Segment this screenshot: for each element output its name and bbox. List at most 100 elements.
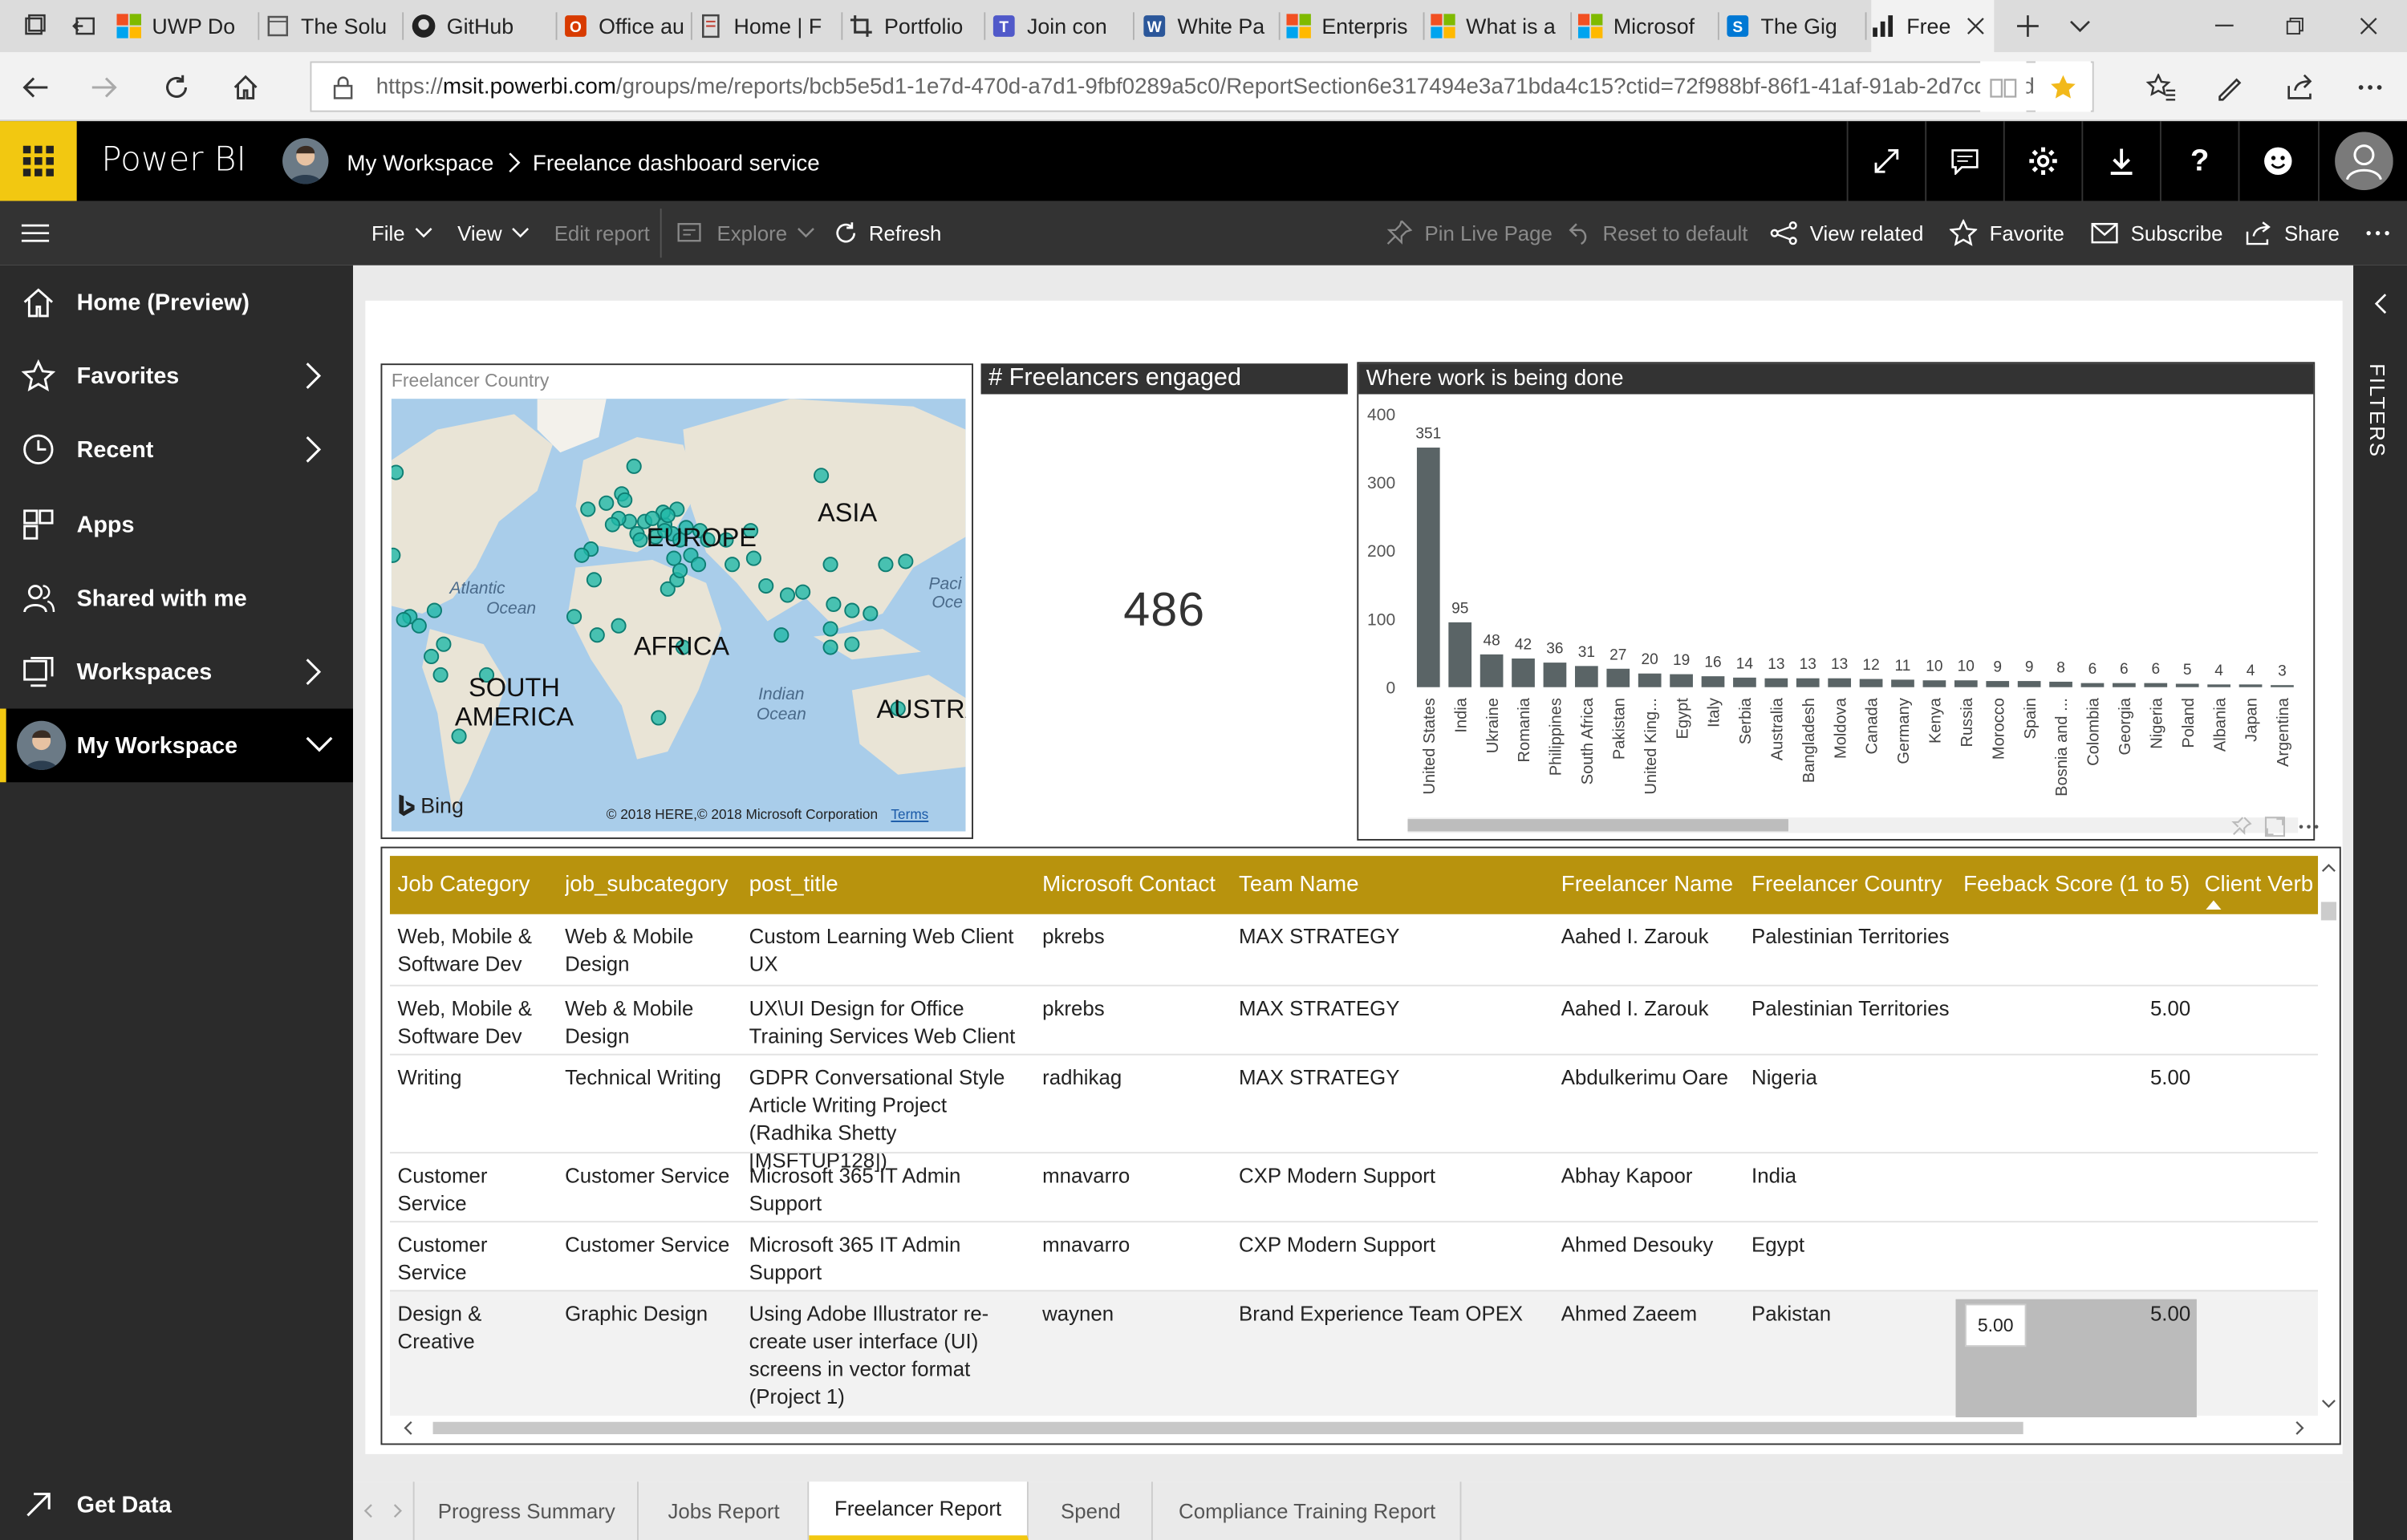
tab-spend[interactable]: Spend — [1030, 1481, 1153, 1540]
file-menu[interactable]: File — [371, 201, 432, 265]
refresh-button[interactable]: Refresh — [834, 201, 941, 265]
edit-report-button[interactable]: Edit report — [554, 201, 650, 265]
column-header[interactable]: Team Name — [1239, 856, 1553, 914]
bar[interactable] — [2207, 684, 2230, 687]
map-data-point[interactable] — [814, 468, 830, 484]
bar[interactable] — [1606, 668, 1630, 687]
bar[interactable] — [2271, 685, 2294, 687]
settings-gear-icon[interactable] — [2003, 121, 2082, 201]
chevron-down-icon[interactable] — [304, 733, 335, 755]
bar[interactable] — [1512, 658, 1535, 687]
breadcrumb-workspace[interactable]: My Workspace — [347, 152, 493, 176]
browser-tab[interactable]: O Office au — [563, 0, 692, 52]
subscribe-button[interactable]: Subscribe — [2091, 201, 2222, 265]
map-visual[interactable]: Freelancer Country Atlantic Ocean EUROPE… — [380, 363, 974, 840]
column-header[interactable]: Feeback Score (1 to 5) — [1963, 856, 2194, 914]
map-data-point[interactable] — [690, 557, 707, 573]
map-data-point[interactable] — [745, 550, 761, 566]
home-page-icon[interactable] — [215, 52, 277, 121]
tab-progress-summary[interactable]: Progress Summary — [416, 1481, 639, 1540]
filters-label[interactable]: FILTERS — [2365, 363, 2389, 458]
sidebar-item-favorites[interactable]: Favorites — [0, 339, 353, 413]
world-map[interactable]: Atlantic Ocean EUROPE ASIA AFRICA SOUTH … — [391, 399, 966, 832]
url-field[interactable]: https://msit.powerbi.com/groups/me/repor… — [310, 61, 2094, 112]
bar[interactable] — [1764, 678, 1788, 687]
bar[interactable] — [1416, 448, 1440, 687]
sidebar-item-home[interactable]: Home (Preview) — [0, 265, 353, 339]
explore-menu[interactable]: Explore — [677, 201, 815, 265]
browser-tab[interactable]: What is a — [1431, 0, 1573, 52]
browser-tab[interactable]: W White Pa — [1142, 0, 1281, 52]
card-value[interactable]: 486 — [981, 583, 1348, 638]
bar[interactable] — [1543, 663, 1567, 687]
bar[interactable] — [2017, 681, 2041, 687]
map-data-point[interactable] — [589, 627, 605, 643]
column-header[interactable]: post_title — [749, 856, 1033, 914]
table-vertical-scrollbar[interactable] — [2320, 856, 2338, 1416]
scroll-right-icon[interactable] — [2293, 1420, 2305, 1436]
browser-tab[interactable]: Home | F — [699, 0, 843, 52]
bar[interactable] — [1448, 622, 1472, 687]
filters-pane[interactable]: FILTERS — [2353, 265, 2407, 1540]
bar[interactable] — [2144, 683, 2168, 687]
browser-tab[interactable]: UWP Do — [116, 0, 260, 52]
map-data-point[interactable] — [725, 557, 741, 573]
sidebar-item-workspaces[interactable]: Workspaces — [0, 635, 353, 709]
map-data-point[interactable] — [586, 572, 602, 588]
app-launcher-icon[interactable] — [0, 121, 77, 201]
scroll-up-icon[interactable] — [2320, 861, 2338, 876]
pin-live-page-button[interactable]: Pin Live Page — [1385, 201, 1553, 265]
sidebar-item-shared[interactable]: Shared with me — [0, 561, 353, 635]
brand-title[interactable]: Power BI — [101, 141, 246, 180]
map-data-point[interactable] — [758, 578, 774, 594]
favorites-hub-icon[interactable] — [2131, 52, 2193, 121]
bar[interactable] — [1480, 654, 1504, 687]
sidebar-item-apps[interactable]: Apps — [0, 488, 353, 561]
breadcrumb-report[interactable]: Freelance dashboard service — [533, 152, 820, 176]
bar[interactable] — [2113, 683, 2136, 687]
forward-icon[interactable] — [74, 52, 136, 121]
map-data-point[interactable] — [672, 562, 688, 578]
browser-tab[interactable]: Free — [1871, 0, 1995, 53]
bar[interactable] — [1828, 678, 1852, 687]
hamburger-menu-icon[interactable] — [21, 201, 50, 265]
map-data-point[interactable] — [396, 612, 412, 628]
map-data-point[interactable] — [411, 618, 427, 634]
map-data-point[interactable] — [660, 507, 676, 524]
browser-tab[interactable]: Portfolio — [849, 0, 986, 52]
help-icon[interactable]: ? — [2159, 121, 2239, 201]
table-visual[interactable]: Job Category job_subcategory post_title … — [380, 846, 2341, 1445]
map-data-point[interactable] — [599, 495, 615, 511]
tab-preview-chevron-icon[interactable] — [2044, 0, 2115, 52]
bar[interactable] — [1954, 680, 1978, 687]
view-menu[interactable]: View — [457, 201, 530, 265]
browser-tab[interactable]: Microsof — [1577, 0, 1719, 52]
chevron-right-icon[interactable] — [301, 360, 326, 391]
back-icon[interactable] — [5, 52, 67, 121]
map-data-point[interactable] — [451, 728, 467, 744]
table-row[interactable]: Web, Mobile & Software Dev Web & Mobile D… — [389, 984, 2319, 1054]
set-tabs-aside-icon[interactable] — [49, 0, 120, 52]
map-data-point[interactable] — [617, 492, 633, 508]
bar[interactable] — [1796, 678, 1820, 687]
pen-icon[interactable] — [2198, 52, 2260, 121]
map-data-point[interactable] — [426, 602, 443, 618]
map-data-point[interactable] — [822, 639, 838, 655]
bar[interactable] — [2239, 684, 2263, 687]
table-row[interactable]: Customer Service Customer Service Microsof… — [389, 1221, 2319, 1290]
scroll-down-icon[interactable] — [2320, 1396, 2338, 1411]
reset-to-default-button[interactable]: Reset to default — [1569, 201, 1747, 265]
feedback-smiley-icon[interactable] — [2238, 121, 2317, 201]
map-data-point[interactable] — [651, 710, 667, 726]
close-tab-icon[interactable] — [1967, 17, 1985, 35]
bar[interactable] — [1733, 677, 1756, 687]
chevron-right-icon[interactable] — [301, 656, 326, 687]
tab-compliance-training-report[interactable]: Compliance Training Report — [1155, 1481, 1462, 1540]
column-header[interactable]: Freelancer Country — [1751, 856, 1958, 914]
map-data-point[interactable] — [391, 547, 401, 563]
table-horizontal-scrollbar[interactable] — [390, 1419, 2318, 1437]
map-data-point[interactable] — [436, 636, 452, 652]
favorite-button[interactable]: Favorite — [1949, 201, 2064, 265]
map-data-point[interactable] — [779, 587, 796, 603]
browser-tab[interactable]: Enterpris — [1286, 0, 1425, 52]
